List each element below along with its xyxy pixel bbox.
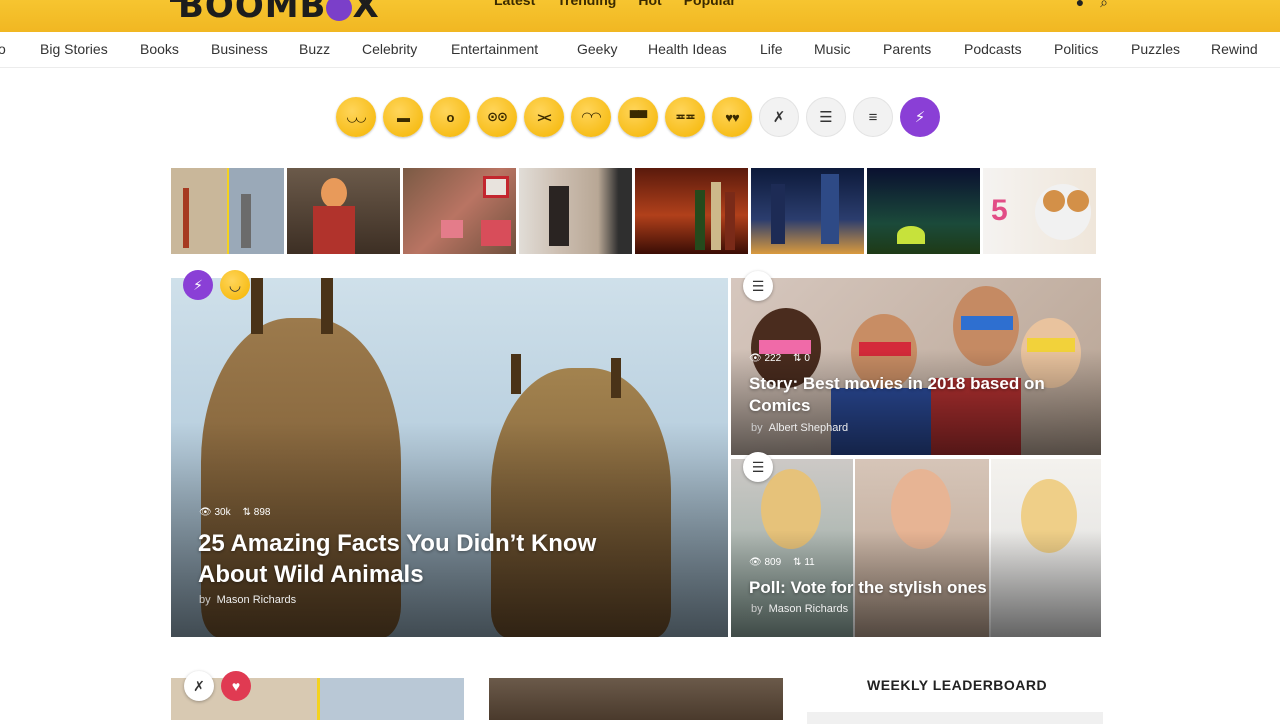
breakfast-number: 5 <box>991 194 1008 227</box>
nerd-emoji-icon[interactable]: ⊙⊙ <box>477 97 517 137</box>
views-count: 👁 30k <box>199 507 231 518</box>
shy-emoji-icon[interactable]: ◠◠ <box>571 97 611 137</box>
thumbnail-gifts[interactable] <box>403 168 516 254</box>
author-name[interactable]: Albert Shephard <box>769 422 849 434</box>
reaction-filter-bar: ◡◡ ▬ o ⊙⊙ >< ◠◠ ▀▀ ≖≖ ♥♥ ✗ ☰ ≡ ⚡ <box>336 97 940 137</box>
top-nav-hot[interactable]: Hot <box>638 0 661 8</box>
featured-post-card[interactable]: 👁 30k ⇅ 898 25 Amazing Facts You Didn’t … <box>171 278 728 637</box>
thumbnail-headphones-girl[interactable] <box>287 168 400 254</box>
trending-bolt-icon[interactable]: ⚡ <box>900 97 940 137</box>
trending-thumbnail-strip: 5 <box>171 168 1096 254</box>
ranked-list-icon[interactable]: ☰ <box>743 271 773 301</box>
post-card-headphones[interactable] <box>489 678 783 720</box>
laughing-emoji-icon[interactable]: ◡ <box>220 270 250 300</box>
featured-post-title[interactable]: 25 Amazing Facts You Didn’t Know About W… <box>198 528 668 590</box>
author-name[interactable]: Mason Richards <box>769 603 848 615</box>
site-header: BOOMB X Latest Trending Hot Popular ● ⌕ <box>0 0 1280 32</box>
category-item-health-ideas[interactable]: Health Ideas <box>648 41 727 57</box>
thumbnail-aurora[interactable] <box>867 168 980 254</box>
post-author: by Albert Shephard <box>751 422 848 434</box>
ranked-list-icon[interactable]: ☰ <box>743 452 773 482</box>
post-author: by Mason Richards <box>199 594 296 606</box>
category-item-parents[interactable]: Parents <box>883 41 931 57</box>
laughing-emoji-icon[interactable]: ◡◡ <box>336 97 376 137</box>
top-nav-popular[interactable]: Popular <box>684 0 736 8</box>
heart-icon[interactable]: ♥ <box>221 671 251 701</box>
post-meta: 👁 30k ⇅ 898 <box>199 507 270 518</box>
angry-emoji-icon[interactable]: >< <box>524 97 564 137</box>
votes-count: ⇅ 11 <box>793 557 815 568</box>
votes-value: 11 <box>804 557 815 568</box>
author-name[interactable]: Mason Richards <box>217 594 296 606</box>
votes-count: ⇅ 0 <box>793 353 810 364</box>
category-item-books[interactable]: Books <box>140 41 179 57</box>
user-icon[interactable]: ● <box>1076 0 1084 11</box>
post-meta: 👁 222 ⇅ 0 <box>749 353 810 364</box>
category-nav: o Big Stories Books Business Buzz Celebr… <box>0 32 1280 68</box>
logo-o-icon <box>326 0 353 21</box>
category-item-geeky[interactable]: Geeky <box>577 41 617 57</box>
category-item-life[interactable]: Life <box>760 41 783 57</box>
post-card-poll[interactable]: 👁 809 ⇅ 11 Poll: Vote for the stylish on… <box>731 459 1101 637</box>
post-meta: 👁 809 ⇅ 11 <box>749 557 815 568</box>
views-value: 30k <box>214 507 231 518</box>
category-item-big-stories[interactable]: Big Stories <box>40 41 108 57</box>
votes-value: 0 <box>804 353 810 364</box>
category-item-politics[interactable]: Politics <box>1054 41 1098 57</box>
logo-text: BOOMB <box>178 0 327 26</box>
thumbnail-city-night[interactable] <box>751 168 864 254</box>
thumbnail-bridges[interactable] <box>171 168 284 254</box>
top-nav-latest[interactable]: Latest <box>494 0 535 8</box>
fail-icon[interactable]: ✗ <box>759 97 799 137</box>
author-prefix: by <box>751 422 763 434</box>
category-item-podcasts[interactable]: Podcasts <box>964 41 1022 57</box>
search-icon[interactable]: ⌕ <box>1100 0 1108 11</box>
votes-value: 898 <box>253 507 271 518</box>
fail-icon[interactable]: ✗ <box>184 671 214 701</box>
header-icons: ● ⌕ <box>1076 0 1108 11</box>
category-item[interactable]: o <box>0 41 6 57</box>
top-nav-trending[interactable]: Trending <box>557 0 616 8</box>
love-emoji-icon[interactable]: ♥♥ <box>712 97 752 137</box>
post-title[interactable]: Story: Best movies in 2018 based on Comi… <box>749 373 1089 417</box>
category-item-business[interactable]: Business <box>211 41 268 57</box>
grimacing-emoji-icon[interactable]: ▬ <box>383 97 423 137</box>
ranked-list-icon[interactable]: ☰ <box>806 97 846 137</box>
category-item-puzzles[interactable]: Puzzles <box>1131 41 1180 57</box>
cool-emoji-icon[interactable]: ▀▀ <box>618 97 658 137</box>
list-icon[interactable]: ≡ <box>853 97 893 137</box>
category-item-rewind[interactable]: Rewind <box>1211 41 1258 57</box>
category-item-celebrity[interactable]: Celebrity <box>362 41 417 57</box>
post-card-comics[interactable]: 👁 222 ⇅ 0 Story: Best movies in 2018 bas… <box>731 278 1101 455</box>
thumbnail-breakfast[interactable]: 5 <box>983 168 1096 254</box>
category-item-music[interactable]: Music <box>814 41 851 57</box>
site-logo[interactable]: BOOMB X <box>178 0 380 26</box>
views-count: 👁 809 <box>749 557 782 568</box>
post-title[interactable]: Poll: Vote for the stylish ones <box>749 577 1089 599</box>
leaderboard-tabs[interactable] <box>807 712 1103 724</box>
weekly-leaderboard-title: WEEKLY LEADERBOARD <box>867 677 1048 693</box>
votes-count: ⇅ 898 <box>242 507 271 518</box>
confused-emoji-icon[interactable]: ≖≖ <box>665 97 705 137</box>
views-value: 809 <box>764 557 782 568</box>
post-card-bridges[interactable] <box>171 678 464 720</box>
author-prefix: by <box>751 603 763 615</box>
views-value: 222 <box>764 353 782 364</box>
thumbnail-bedroom[interactable] <box>519 168 632 254</box>
category-item-entertainment[interactable]: Entertainment <box>451 41 538 57</box>
category-item-buzz[interactable]: Buzz <box>299 41 330 57</box>
post-author: by Mason Richards <box>751 603 848 615</box>
author-prefix: by <box>199 594 211 606</box>
trending-bolt-icon[interactable]: ⚡ <box>183 270 213 300</box>
top-nav: Latest Trending Hot Popular <box>494 0 736 8</box>
views-count: 👁 222 <box>749 353 782 364</box>
logo-tail: X <box>352 0 380 26</box>
surprised-emoji-icon[interactable]: o <box>430 97 470 137</box>
thumbnail-bottles[interactable] <box>635 168 748 254</box>
